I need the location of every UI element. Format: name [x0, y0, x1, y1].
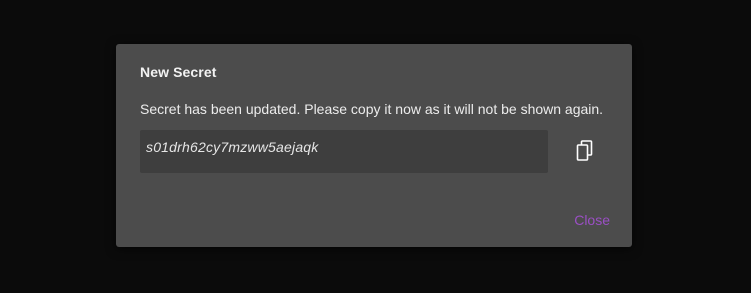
- dialog-message: Secret has been updated. Please copy it …: [140, 101, 604, 117]
- dialog-title: New Secret: [140, 64, 217, 80]
- secret-value-field[interactable]: s01drh62cy7mzww5aejaqk: [140, 130, 548, 173]
- close-button[interactable]: Close: [574, 212, 610, 228]
- new-secret-dialog: New Secret Secret has been updated. Plea…: [116, 44, 632, 247]
- copy-icon: [576, 140, 593, 161]
- secret-value-text[interactable]: s01drh62cy7mzww5aejaqk: [146, 139, 319, 155]
- copy-button[interactable]: [572, 138, 598, 164]
